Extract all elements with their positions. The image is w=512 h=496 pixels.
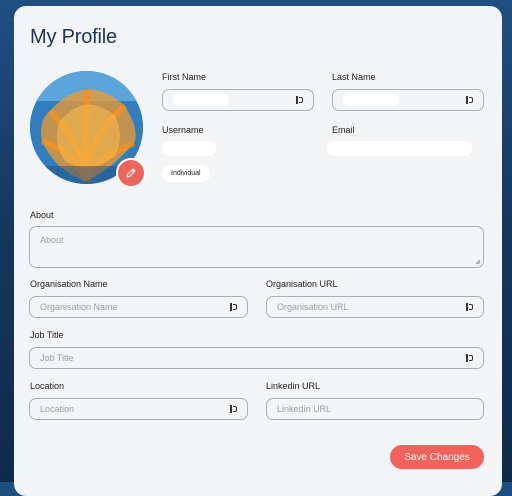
linkedin-url-field[interactable]: Linkedin URL (266, 398, 484, 420)
linkedin-url-placeholder: Linkedin URL (277, 404, 332, 414)
username-value (162, 141, 216, 156)
job-title-placeholder: Job Title (40, 353, 74, 363)
organisation-name-field[interactable]: Organisation Name (29, 296, 248, 318)
first-name-value (173, 92, 229, 106)
about-label: About (30, 210, 54, 220)
first-name-label: First Name (162, 72, 207, 82)
page-title: My Profile (30, 26, 117, 48)
pencil-icon (126, 168, 136, 178)
edit-avatar-button[interactable] (116, 158, 146, 188)
organisation-name-placeholder: Organisation Name (40, 302, 118, 312)
location-placeholder: Location (40, 404, 75, 414)
about-placeholder: About (40, 235, 64, 245)
profile-card: My Profile First Name Last Name Username… (14, 6, 502, 496)
job-title-label: Job Title (30, 330, 64, 340)
account-type-badge: Individual (162, 165, 210, 182)
resize-handle-icon[interactable] (475, 259, 481, 265)
password-manager-key-icon[interactable] (230, 303, 237, 312)
location-label: Location (30, 381, 65, 391)
job-title-field[interactable]: Job Title (29, 347, 484, 369)
organisation-url-field[interactable]: Organisation URL (266, 296, 484, 318)
linkedin-url-label: Linkedin URL (266, 381, 321, 391)
password-manager-key-icon[interactable] (466, 96, 473, 105)
last-name-label: Last Name (332, 72, 376, 82)
last-name-value (343, 92, 399, 106)
last-name-field[interactable] (332, 89, 484, 111)
location-field[interactable]: Location (29, 398, 248, 420)
password-manager-key-icon[interactable] (466, 354, 473, 363)
password-manager-key-icon[interactable] (296, 96, 303, 105)
first-name-field[interactable] (162, 89, 314, 111)
organisation-name-label: Organisation Name (30, 279, 108, 289)
organisation-url-placeholder: Organisation URL (277, 302, 349, 312)
password-manager-key-icon[interactable] (230, 405, 237, 414)
save-changes-button[interactable]: Save Changes (390, 445, 484, 469)
username-label: Username (162, 125, 204, 135)
password-manager-key-icon[interactable] (466, 303, 473, 312)
email-label: Email (332, 125, 355, 135)
about-textarea[interactable]: About (29, 226, 484, 268)
email-value (327, 141, 472, 156)
organisation-url-label: Organisation URL (266, 279, 338, 289)
avatar-container (30, 71, 146, 188)
